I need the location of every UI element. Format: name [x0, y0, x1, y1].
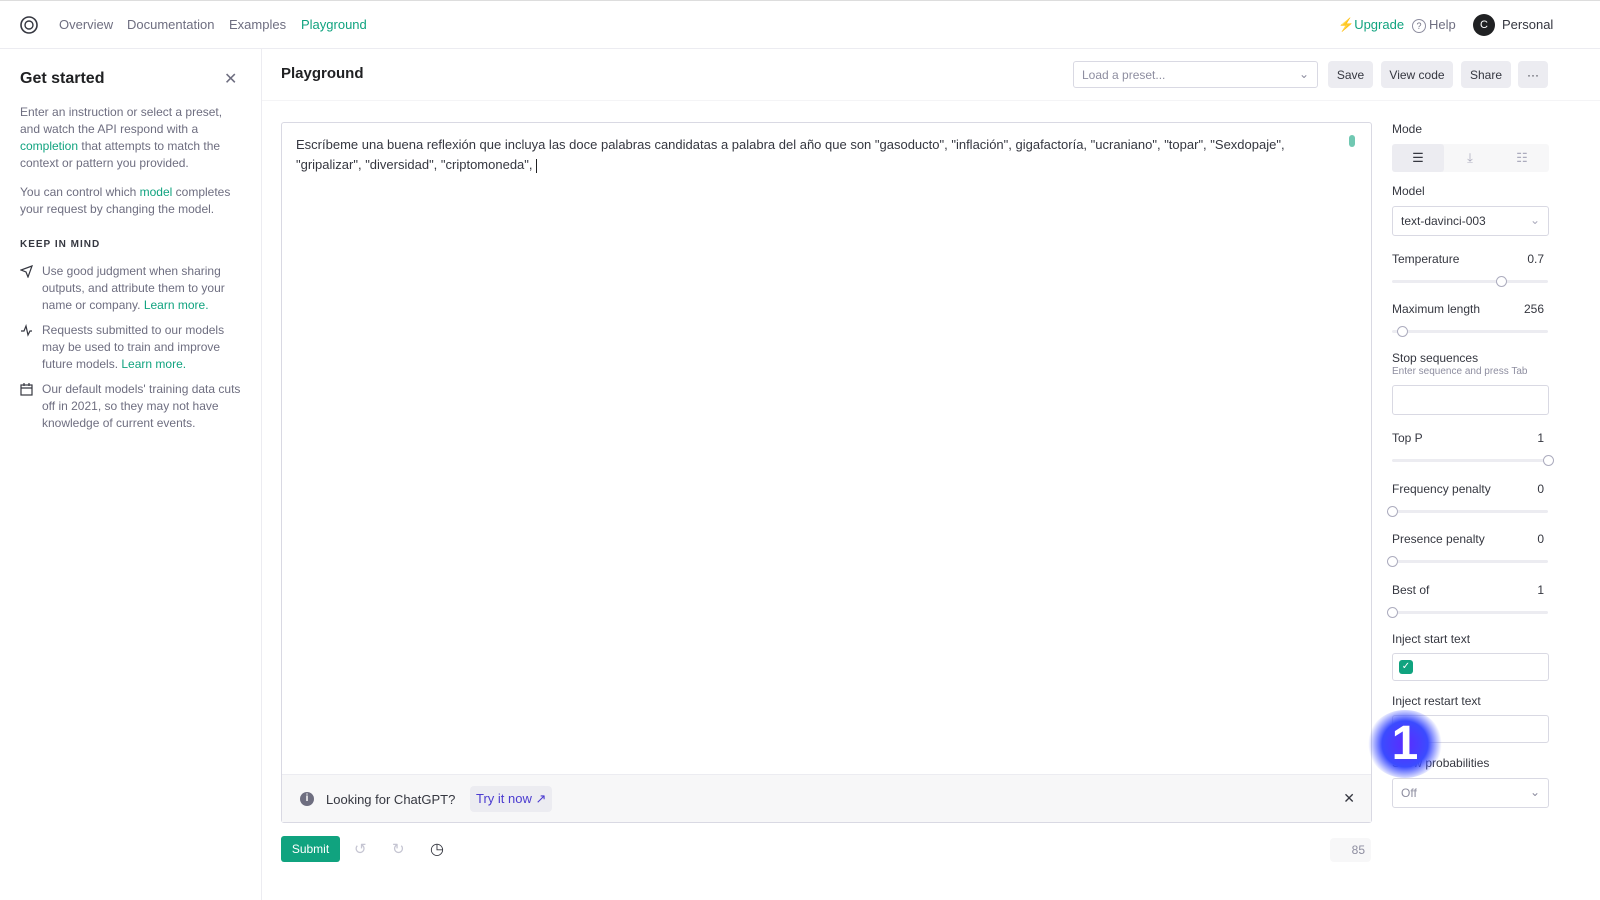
inject-restart-field[interactable]: ✓	[1392, 715, 1549, 743]
external-link-icon: ↗	[535, 791, 547, 806]
close-icon[interactable]: ✕	[224, 69, 237, 89]
chevron-down-icon: ⌄	[1529, 213, 1540, 227]
save-button[interactable]: Save	[1328, 61, 1373, 88]
mode-selector: ☰ ⤓ ☷	[1392, 144, 1549, 172]
token-count: 85	[1330, 838, 1371, 862]
temperature-label: Temperature	[1392, 252, 1460, 266]
activity-icon	[21, 324, 32, 337]
mode-complete-icon[interactable]: ☰	[1392, 144, 1444, 172]
slider-knob[interactable]	[1387, 556, 1398, 567]
prompt-editor[interactable]: Escríbeme una buena reflexión que incluy…	[281, 122, 1372, 823]
presence-penalty-value[interactable]: 0	[1537, 532, 1544, 546]
completion-link[interactable]: completion	[20, 139, 78, 153]
learn-more-link[interactable]: Learn more.	[144, 298, 209, 312]
best-of-value[interactable]: 1	[1537, 583, 1544, 597]
max-length-label: Maximum length	[1392, 302, 1481, 316]
mode-edit-icon[interactable]: ☷	[1496, 144, 1548, 172]
model-label: Model	[1392, 184, 1425, 198]
slider-knob[interactable]	[1387, 607, 1398, 618]
max-length-value[interactable]: 256	[1524, 302, 1544, 316]
preset-select[interactable]: Load a preset... ⌄	[1073, 61, 1318, 88]
nav-examples[interactable]: Examples	[229, 17, 286, 32]
info-icon: i	[300, 792, 314, 806]
max-length-slider[interactable]	[1392, 326, 1548, 337]
model-select[interactable]: text-davinci-003 ⌄	[1392, 206, 1549, 236]
slider-knob[interactable]	[1543, 455, 1554, 466]
undo-icon[interactable]: ↺	[354, 840, 367, 858]
chatgpt-banner: i Looking for ChatGPT? Try it now ↗ ✕	[282, 774, 1371, 822]
stop-sequences-hint: Enter sequence and press Tab	[1392, 366, 1528, 377]
learn-more-link[interactable]: Learn more.	[121, 357, 186, 371]
try-it-now-link[interactable]: Try it now ↗	[470, 786, 553, 812]
keep-in-mind-item: Requests submitted to our models may be …	[20, 322, 245, 373]
presence-penalty-label: Presence penalty	[1392, 532, 1485, 546]
inject-start-field[interactable]: ✓	[1392, 653, 1549, 681]
help-icon: ?	[1412, 19, 1426, 33]
inject-start-label: Inject start text	[1392, 632, 1471, 646]
probabilities-label: Show probabilities	[1392, 756, 1490, 770]
microphone-icon[interactable]	[1349, 135, 1355, 147]
frequency-penalty-slider[interactable]	[1387, 506, 1548, 517]
inject-restart-label: Inject restart text	[1392, 694, 1481, 708]
prompt-text[interactable]: Escríbeme una buena reflexión que incluy…	[296, 135, 1341, 175]
get-started-sidebar: Get started ✕ Enter an instruction or se…	[0, 49, 262, 900]
chevron-down-icon: ⌄	[1529, 785, 1540, 799]
account-name[interactable]: Personal	[1502, 17, 1553, 32]
bolt-icon: ⚡	[1338, 17, 1355, 32]
inject-start-checkbox[interactable]: ✓	[1399, 660, 1413, 674]
more-options-button[interactable]: ···	[1518, 61, 1548, 88]
upgrade-link[interactable]: ⚡Upgrade	[1338, 17, 1404, 33]
intro-text: Enter an instruction or select a preset,…	[20, 105, 223, 170]
probabilities-select[interactable]: Off ⌄	[1392, 778, 1549, 808]
keep-in-mind-item: Our default models' training data cuts o…	[20, 381, 245, 432]
inject-restart-checkbox[interactable]: ✓	[1399, 722, 1413, 736]
top-p-slider[interactable]	[1392, 455, 1554, 466]
nav-playground[interactable]: Playground	[301, 17, 367, 32]
slider-knob[interactable]	[1496, 276, 1508, 287]
slider-knob[interactable]	[1396, 326, 1408, 337]
slider-knob[interactable]	[1387, 506, 1398, 517]
model-link[interactable]: model	[140, 185, 173, 199]
frequency-penalty-label: Frequency penalty	[1392, 482, 1491, 496]
submit-button[interactable]: Submit	[281, 836, 340, 862]
stop-sequences-input[interactable]	[1392, 385, 1549, 415]
stop-sequences-label: Stop sequences	[1392, 351, 1479, 365]
top-p-value[interactable]: 1	[1537, 431, 1544, 445]
top-p-label: Top P	[1392, 431, 1423, 445]
nav-overview[interactable]: Overview	[59, 17, 113, 32]
chevron-down-icon: ⌄	[1298, 67, 1309, 81]
page-title: Playground	[281, 65, 364, 82]
model-text: You can control which model completes yo…	[20, 185, 231, 216]
best-of-label: Best of	[1392, 583, 1430, 597]
temperature-value[interactable]: 0.7	[1527, 252, 1544, 266]
openai-logo-icon[interactable]	[19, 15, 39, 35]
temperature-slider[interactable]	[1392, 276, 1548, 287]
view-code-button[interactable]: View code	[1381, 61, 1453, 88]
redo-icon[interactable]: ↻	[392, 840, 405, 858]
header-divider	[262, 100, 1600, 101]
send-icon	[20, 265, 33, 278]
banner-text: Looking for ChatGPT?	[326, 792, 456, 807]
share-button[interactable]: Share	[1461, 61, 1511, 88]
calendar-icon	[20, 383, 33, 396]
presence-penalty-slider[interactable]	[1387, 556, 1548, 567]
close-banner-icon[interactable]: ✕	[1343, 790, 1355, 807]
nav-documentation[interactable]: Documentation	[127, 17, 214, 32]
keep-in-mind-heading: KEEP IN MIND	[20, 239, 101, 250]
mode-label: Mode	[1392, 122, 1423, 136]
frequency-penalty-value[interactable]: 0	[1537, 482, 1544, 496]
avatar[interactable]: C	[1473, 14, 1495, 36]
help-link[interactable]: ? Help	[1412, 17, 1456, 33]
history-icon[interactable]: ◷	[430, 839, 444, 859]
sidebar-title: Get started	[20, 70, 105, 87]
keep-in-mind-item: Use good judgment when sharing outputs, …	[20, 263, 245, 314]
top-nav: Overview Documentation Examples Playgrou…	[0, 0, 1600, 49]
text-caret	[536, 158, 538, 173]
best-of-slider[interactable]	[1387, 607, 1548, 618]
mode-insert-icon[interactable]: ⤓	[1444, 144, 1496, 172]
